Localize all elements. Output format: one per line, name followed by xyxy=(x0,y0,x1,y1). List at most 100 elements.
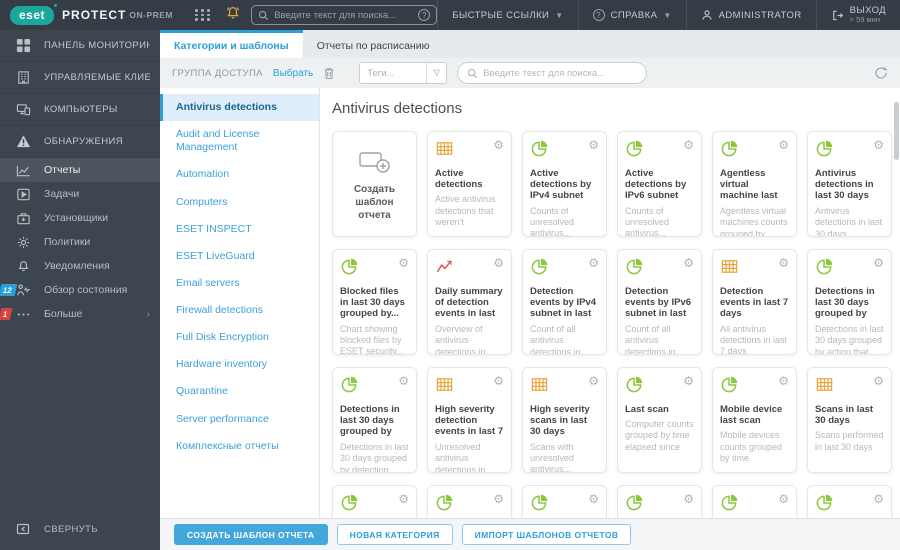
notification-bell-icon[interactable] xyxy=(225,5,241,26)
gear-icon[interactable]: ⚙ xyxy=(588,493,599,505)
pie-chart-icon xyxy=(530,257,549,281)
gear-icon[interactable]: ⚙ xyxy=(588,139,599,151)
gear-icon[interactable]: ⚙ xyxy=(778,139,789,151)
tags-dropdown[interactable]: Теги... ▽ xyxy=(359,62,448,84)
import-templates-button[interactable]: ИМПОРТ ШАБЛОНОВ ОТЧЕТОВ xyxy=(461,524,632,545)
gear-icon[interactable]: ⚙ xyxy=(778,257,789,269)
sidebar-item-tasks[interactable]: Задачи xyxy=(0,182,160,206)
sidebar-item-notifications[interactable]: Уведомления xyxy=(0,254,160,278)
create-template-card[interactable]: Создать шаблон отчета xyxy=(332,131,417,237)
gear-icon[interactable]: ⚙ xyxy=(493,257,504,269)
report-card[interactable]: ⚙ Agentless virtual machine last scan Ag… xyxy=(712,131,797,237)
apps-grid-icon[interactable] xyxy=(195,9,211,21)
tab-categories-templates[interactable]: Категории и шаблоны xyxy=(160,30,303,58)
report-card[interactable]: ⚙ High severity scans in last 30 days Sc… xyxy=(522,367,607,473)
report-card[interactable]: ⚙ xyxy=(522,485,607,518)
sidebar-item-computers[interactable]: КОМПЬЮТЕРЫ xyxy=(0,94,160,126)
sidebar-item-clients[interactable]: УПРАВЛЯЕМЫЕ КЛИЕНТЫ xyxy=(0,62,160,94)
sidebar-item-policies[interactable]: Политики xyxy=(0,230,160,254)
gear-icon[interactable]: ⚙ xyxy=(873,139,884,151)
eset-logo[interactable]: eset xyxy=(10,3,58,25)
category-item[interactable]: Комплексные отчеты xyxy=(160,433,319,460)
category-item[interactable]: Audit and License Management xyxy=(160,121,319,161)
report-card[interactable]: ⚙ xyxy=(807,485,892,518)
report-card[interactable]: ⚙ xyxy=(712,485,797,518)
report-card[interactable]: ⚙ Active detections by IPv4 subnet Count… xyxy=(522,131,607,237)
sidebar-item-detections[interactable]: ОБНАРУЖЕНИЯ xyxy=(0,126,160,158)
report-card[interactable]: ⚙ xyxy=(332,485,417,518)
gear-icon[interactable]: ⚙ xyxy=(683,493,694,505)
policies-icon xyxy=(14,235,32,250)
global-search[interactable]: ? xyxy=(251,5,438,25)
gear-icon[interactable]: ⚙ xyxy=(493,493,504,505)
gear-icon[interactable]: ⚙ xyxy=(873,257,884,269)
sidebar-item-more[interactable]: 1 Больше › xyxy=(0,302,160,326)
gear-icon[interactable]: ⚙ xyxy=(398,375,409,387)
sidebar-item-installers[interactable]: Установщики xyxy=(0,206,160,230)
card-title: Active detections by IPv6 subnet xyxy=(625,168,687,202)
gear-icon[interactable]: ⚙ xyxy=(873,493,884,505)
gear-icon[interactable]: ⚙ xyxy=(493,375,504,387)
card-description: Active antivirus detections that weren't… xyxy=(435,194,496,228)
gear-icon[interactable]: ⚙ xyxy=(398,493,409,505)
category-item[interactable]: Automation xyxy=(160,161,319,188)
new-category-button[interactable]: НОВАЯ КАТЕГОРИЯ xyxy=(336,524,453,545)
report-card[interactable]: ⚙ xyxy=(427,485,512,518)
category-item[interactable]: ESET INSPECT xyxy=(160,216,319,243)
category-item[interactable]: Antivirus detections xyxy=(160,94,319,122)
sidebar-item-dashboard[interactable]: ПАНЕЛЬ МОНИТОРИНГА xyxy=(0,30,160,62)
category-item[interactable]: Server performance xyxy=(160,406,319,433)
report-card[interactable]: ⚙ Daily summary of detection events in l… xyxy=(427,249,512,355)
category-item[interactable]: ESET LiveGuard xyxy=(160,243,319,270)
report-card[interactable]: ⚙ Scans in last 30 days Scans performed … xyxy=(807,367,892,473)
sidebar-collapse-button[interactable]: СВЕРНУТЬ xyxy=(0,516,160,542)
access-group-select-link[interactable]: Выбрать xyxy=(273,68,313,79)
global-search-input[interactable] xyxy=(274,9,414,21)
gear-icon[interactable]: ⚙ xyxy=(683,257,694,269)
gear-icon[interactable]: ⚙ xyxy=(778,493,789,505)
sidebar-item-reports[interactable]: Отчеты xyxy=(0,158,160,182)
category-item[interactable]: Hardware inventory xyxy=(160,351,319,378)
report-card[interactable]: ⚙ Active detections by IPv6 subnet Count… xyxy=(617,131,702,237)
gear-icon[interactable]: ⚙ xyxy=(588,257,599,269)
gear-icon[interactable]: ⚙ xyxy=(683,139,694,151)
category-item[interactable]: Email servers xyxy=(160,270,319,297)
report-card[interactable]: ⚙ Blocked files in last 30 days grouped … xyxy=(332,249,417,355)
category-item[interactable]: Full Disk Encryption xyxy=(160,324,319,351)
report-card[interactable]: ⚙ xyxy=(617,485,702,518)
card-title: Detections in last 30 days grouped by ac… xyxy=(815,286,875,320)
category-item[interactable]: Firewall detections xyxy=(160,297,319,324)
report-card[interactable]: ⚙ Last scan Computer counts grouped by t… xyxy=(617,367,702,473)
report-card[interactable]: ⚙ Detection events by IPv4 subnet in las… xyxy=(522,249,607,355)
gear-icon[interactable]: ⚙ xyxy=(493,139,504,151)
gear-icon[interactable]: ⚙ xyxy=(398,257,409,269)
report-card[interactable]: ⚙ Mobile device last scan Mobile devices… xyxy=(712,367,797,473)
gear-icon[interactable]: ⚙ xyxy=(683,375,694,387)
report-card[interactable]: ⚙ Detections in last 30 days grouped by … xyxy=(332,367,417,473)
category-item[interactable]: Quarantine xyxy=(160,378,319,405)
user-menu[interactable]: ADMINISTRATOR xyxy=(685,0,816,30)
category-item[interactable]: Computers xyxy=(160,189,319,216)
logout-button[interactable]: ВЫХОД > 59 мин xyxy=(815,0,900,30)
tab-scheduled-reports[interactable]: Отчеты по расписанию xyxy=(303,30,444,58)
gear-icon[interactable]: ⚙ xyxy=(778,375,789,387)
card-title: Mobile device last scan xyxy=(720,404,783,427)
help-menu[interactable]: ? СПРАВКА ▼ xyxy=(577,0,686,30)
quick-links-menu[interactable]: БЫСТРЫЕ ССЫЛКИ ▼ xyxy=(437,0,577,30)
sidebar-item-status[interactable]: 12 Обзор состояния xyxy=(0,278,160,302)
trash-icon[interactable] xyxy=(323,67,335,80)
report-card[interactable]: ⚙ Antivirus detections in last 30 days g… xyxy=(807,131,892,237)
template-search-input[interactable] xyxy=(483,67,638,79)
report-card[interactable]: ⚙ Detection events in last 7 days All an… xyxy=(712,249,797,355)
create-report-template-button[interactable]: СОЗДАТЬ ШАБЛОН ОТЧЕТА xyxy=(174,524,328,545)
search-help-icon[interactable]: ? xyxy=(418,9,431,21)
gear-icon[interactable]: ⚙ xyxy=(588,375,599,387)
report-card[interactable]: ⚙ Detection events by IPv6 subnet in las… xyxy=(617,249,702,355)
report-card[interactable]: ⚙ High severity detection events in last… xyxy=(427,367,512,473)
template-search[interactable] xyxy=(457,62,648,84)
gear-icon[interactable]: ⚙ xyxy=(873,375,884,387)
report-card[interactable]: ⚙ Detections in last 30 days grouped by … xyxy=(807,249,892,355)
refresh-icon[interactable] xyxy=(874,66,888,80)
report-card[interactable]: ⚙ Active detections Active antivirus det… xyxy=(427,131,512,237)
scrollbar-thumb[interactable] xyxy=(894,102,899,160)
